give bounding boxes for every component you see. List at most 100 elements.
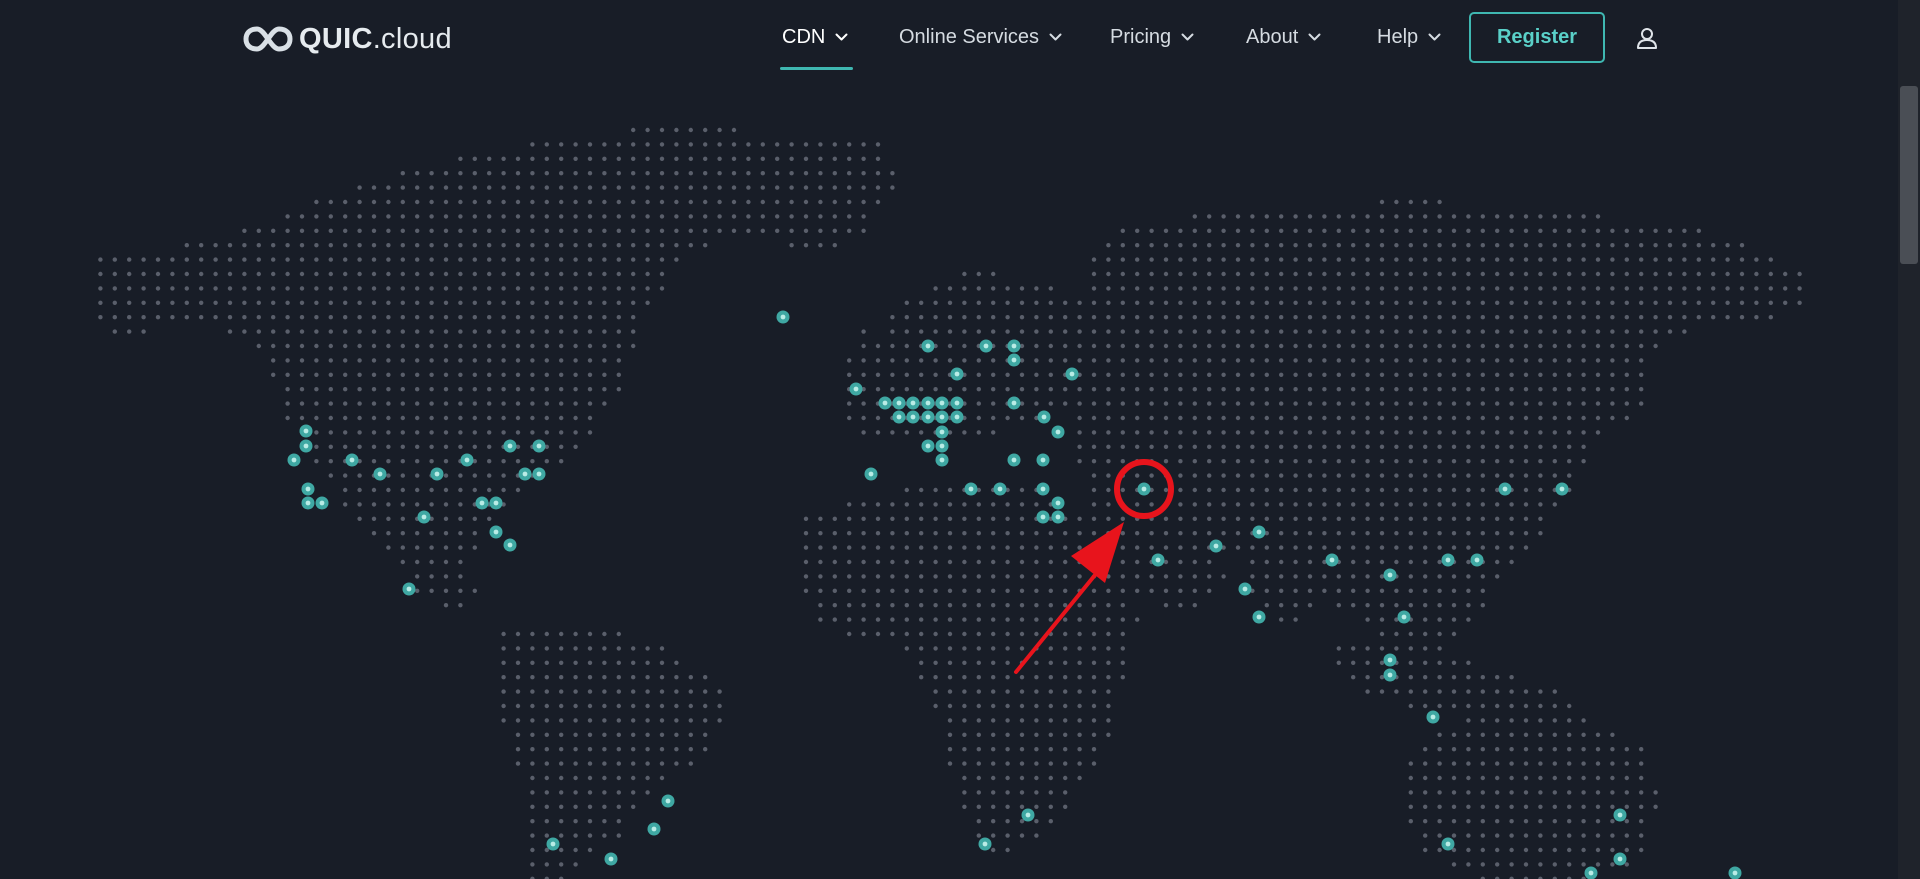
map-dot: [1293, 430, 1298, 435]
map-dot: [559, 271, 564, 277]
pop-marker-core: [954, 400, 960, 406]
map-dot: [1106, 401, 1111, 406]
pop-marker: [864, 467, 878, 481]
map-dot: [587, 286, 593, 291]
map-dot: [472, 300, 477, 305]
nav-item-cdn[interactable]: CDN: [782, 22, 848, 52]
map-dot: [1451, 286, 1457, 291]
pop-marker: [892, 410, 906, 424]
map-dot: [976, 315, 981, 320]
map-dot: [1307, 415, 1313, 421]
map-dot: [1279, 243, 1284, 248]
map-dot: [587, 646, 593, 651]
map-dot: [861, 343, 866, 349]
logo[interactable]: QUIC.cloud: [243, 22, 452, 56]
map-dot: [1048, 732, 1054, 737]
map-dot: [947, 588, 953, 593]
map-dot: [1466, 214, 1471, 219]
map-dot: [1437, 415, 1442, 421]
map-dot: [1019, 718, 1025, 723]
map-dot: [1408, 228, 1414, 233]
nav-item-pricing[interactable]: Pricing: [1110, 22, 1194, 52]
map-dot: [285, 243, 290, 248]
nav-item-about[interactable]: About: [1246, 22, 1321, 52]
map-dot: [631, 257, 636, 262]
map-dot: [1394, 531, 1399, 536]
nav-item-help[interactable]: Help: [1377, 22, 1441, 52]
map-dot: [847, 603, 852, 608]
map-dot: [587, 185, 593, 190]
pop-marker: [301, 496, 315, 510]
map-dot: [1365, 243, 1370, 248]
nav-item-label: About: [1246, 25, 1299, 48]
map-dot: [1034, 286, 1039, 291]
map-dot: [703, 703, 708, 709]
map-dot: [242, 228, 247, 233]
map-dot: [1135, 415, 1140, 421]
map-dot: [573, 387, 578, 392]
map-dot: [256, 228, 261, 233]
nav-item-online-services[interactable]: Online Services: [899, 22, 1062, 52]
map-dot: [1149, 329, 1154, 334]
map-dot: [443, 487, 449, 493]
map-dot: [530, 214, 535, 219]
map-dot: [371, 257, 377, 262]
map-dot: [1509, 545, 1514, 550]
map-dot: [501, 401, 506, 406]
map-dot: [1423, 329, 1428, 334]
map-dot: [515, 214, 521, 219]
map-dot: [530, 761, 535, 766]
map-dot: [1451, 631, 1457, 637]
map-dot: [616, 819, 621, 824]
map-dot: [631, 660, 636, 665]
map-dot: [1365, 516, 1370, 521]
map-dot: [573, 372, 578, 377]
pop-marker: [1036, 482, 1050, 496]
map-dot: [415, 372, 420, 377]
map-dot: [1250, 487, 1255, 493]
map-dot: [1351, 588, 1356, 593]
map-dot: [602, 372, 607, 377]
map-dot: [1019, 603, 1025, 608]
map-dot: [1610, 286, 1615, 291]
map-dot: [343, 214, 348, 219]
map-dot: [803, 516, 809, 521]
map-dot: [530, 430, 535, 435]
map-dot: [1466, 790, 1471, 795]
map-dot: [559, 660, 564, 665]
user-icon[interactable]: [1634, 25, 1660, 51]
map-dot: [1077, 343, 1082, 349]
map-dot: [559, 646, 564, 651]
map-dot: [314, 286, 319, 291]
map-dot: [1163, 257, 1169, 262]
scrollbar-thumb[interactable]: [1900, 86, 1918, 264]
map-dot: [1495, 444, 1500, 449]
map-dot: [1322, 459, 1327, 464]
map-dot: [717, 156, 722, 161]
map-dot: [587, 689, 593, 694]
map-dot: [1639, 401, 1644, 406]
map-dot: [991, 545, 996, 550]
map-dot: [602, 689, 607, 694]
map-dot: [1178, 271, 1183, 277]
pop-marker: [776, 310, 790, 324]
pop-marker-core: [1055, 514, 1061, 520]
map-dot: [875, 185, 881, 190]
map-dot: [1408, 775, 1414, 781]
map-dot: [1552, 257, 1558, 262]
register-button[interactable]: Register: [1469, 12, 1605, 63]
map-dot: [256, 329, 261, 334]
map-dot: [1567, 775, 1572, 781]
map-dot: [947, 646, 953, 651]
map-dot: [1610, 775, 1615, 781]
pop-marker-core: [493, 529, 499, 535]
map-dot: [1120, 675, 1126, 680]
map-dot: [875, 415, 881, 421]
map-dot: [818, 199, 823, 205]
map-dot: [227, 315, 233, 320]
map-dot: [1207, 271, 1212, 277]
map-dot: [1091, 286, 1097, 291]
map-dot: [1106, 430, 1111, 435]
map-dot: [1509, 243, 1514, 248]
map-dot: [818, 142, 823, 147]
